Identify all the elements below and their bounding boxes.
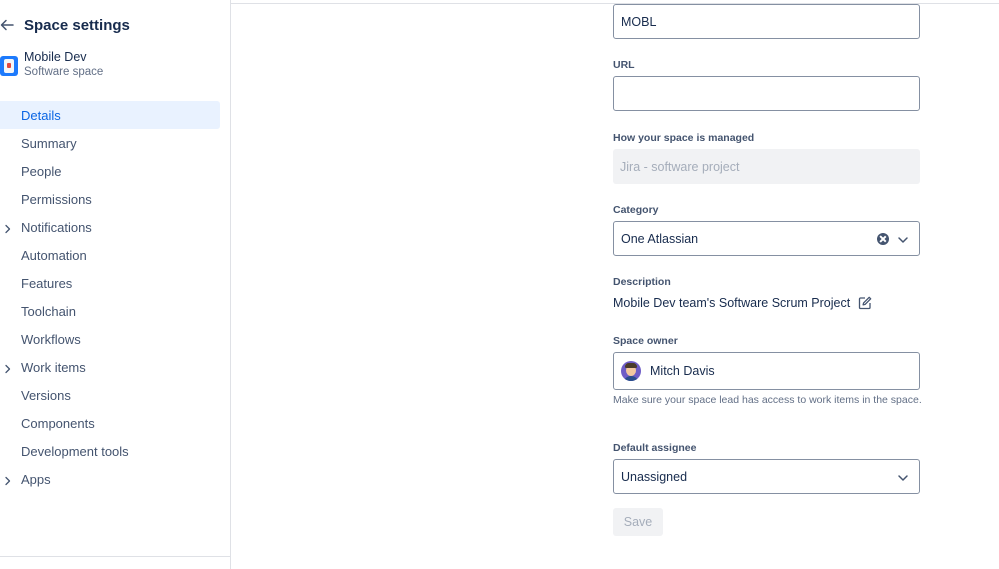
space-avatar: [0, 56, 18, 76]
sidebar-item-label: Notifications: [21, 219, 92, 235]
space-name: Mobile Dev: [24, 50, 87, 64]
category-select[interactable]: One Atlassian: [613, 221, 920, 256]
arrow-left-icon[interactable]: [0, 18, 14, 32]
sidebar-item-label: Summary: [21, 135, 77, 151]
sidebar-item-toolchain[interactable]: Toolchain: [0, 297, 220, 325]
sidebar-item-apps[interactable]: Apps: [0, 465, 220, 493]
url-input[interactable]: [613, 76, 920, 111]
avatar: [621, 361, 641, 381]
chevron-right-icon[interactable]: [4, 362, 12, 374]
owner-label: Space owner: [613, 335, 678, 347]
sidebar-item-label: People: [21, 163, 62, 179]
save-button[interactable]: Save: [613, 508, 663, 536]
chevron-down-icon[interactable]: [897, 472, 909, 482]
sidebar-item-label: Versions: [21, 387, 71, 403]
sidebar-item-summary[interactable]: Summary: [0, 129, 220, 157]
sidebar-item-label: Workflows: [21, 331, 81, 347]
sidebar-item-details[interactable]: Details: [0, 101, 220, 129]
sidebar-item-versions[interactable]: Versions: [0, 381, 220, 409]
space-card: Mobile Dev Software space: [0, 50, 103, 80]
chevron-down-icon[interactable]: [897, 234, 909, 244]
assignee-label: Default assignee: [613, 442, 697, 454]
assignee-select[interactable]: Unassigned: [613, 459, 920, 494]
settings-sidebar: Space settings Mobile Dev Software space…: [0, 0, 231, 569]
edit-icon[interactable]: [858, 296, 872, 310]
sidebar-item-work-items[interactable]: Work items: [0, 353, 220, 381]
sidebar-item-label: Work items: [21, 359, 86, 375]
sidebar-item-automation[interactable]: Automation: [0, 241, 220, 269]
chevron-right-icon[interactable]: [4, 222, 12, 234]
sidebar-item-label: Toolchain: [21, 303, 76, 319]
managed-field: Jira - software project: [613, 149, 920, 184]
page-title: Space settings: [24, 16, 130, 34]
sidebar-item-permissions[interactable]: Permissions: [0, 185, 220, 213]
sidebar-item-features[interactable]: Features: [0, 269, 220, 297]
key-input[interactable]: MOBL: [613, 4, 920, 39]
sidebar-item-label: Features: [21, 275, 73, 291]
key-input-value: MOBL: [621, 14, 657, 29]
clear-icon[interactable]: [877, 233, 889, 245]
category-label: Category: [613, 204, 659, 216]
sidebar-item-components[interactable]: Components: [0, 409, 220, 437]
owner-picker[interactable]: Mitch Davis: [613, 352, 920, 390]
description-text[interactable]: Mobile Dev team's Software Scrum Project: [613, 296, 872, 310]
managed-label: How your space is managed: [613, 132, 755, 144]
sidebar-item-notifications[interactable]: Notifications: [0, 213, 220, 241]
sidebar-item-label: Apps: [21, 471, 51, 487]
owner-value: Mitch Davis: [650, 364, 715, 378]
managed-value: Jira - software project: [620, 159, 740, 174]
sidebar-item-people[interactable]: People: [0, 157, 220, 185]
assignee-value: Unassigned: [621, 469, 688, 484]
sidebar-item-label: Permissions: [21, 191, 92, 207]
sidebar-item-workflows[interactable]: Workflows: [0, 325, 220, 353]
sidebar-item-label: Automation: [21, 247, 87, 263]
sidebar-header: Space settings: [0, 14, 130, 36]
space-type: Software space: [24, 66, 104, 78]
owner-helper-text: Make sure your space lead has access to …: [613, 394, 922, 406]
sidebar-nav: Details Summary People Permissions Notificat…: [0, 101, 220, 493]
url-label: URL: [613, 59, 635, 71]
category-value: One Atlassian: [621, 231, 699, 246]
chevron-right-icon[interactable]: [4, 474, 12, 486]
description-label: Description: [613, 276, 671, 288]
sidebar-item-development-tools[interactable]: Development tools: [0, 437, 220, 465]
sidebar-item-label: Development tools: [21, 443, 129, 459]
sidebar-item-label: Components: [21, 415, 95, 431]
sidebar-item-label: Details: [21, 107, 61, 123]
description-value: Mobile Dev team's Software Scrum Project: [613, 296, 851, 310]
sidebar-divider: [0, 556, 230, 557]
